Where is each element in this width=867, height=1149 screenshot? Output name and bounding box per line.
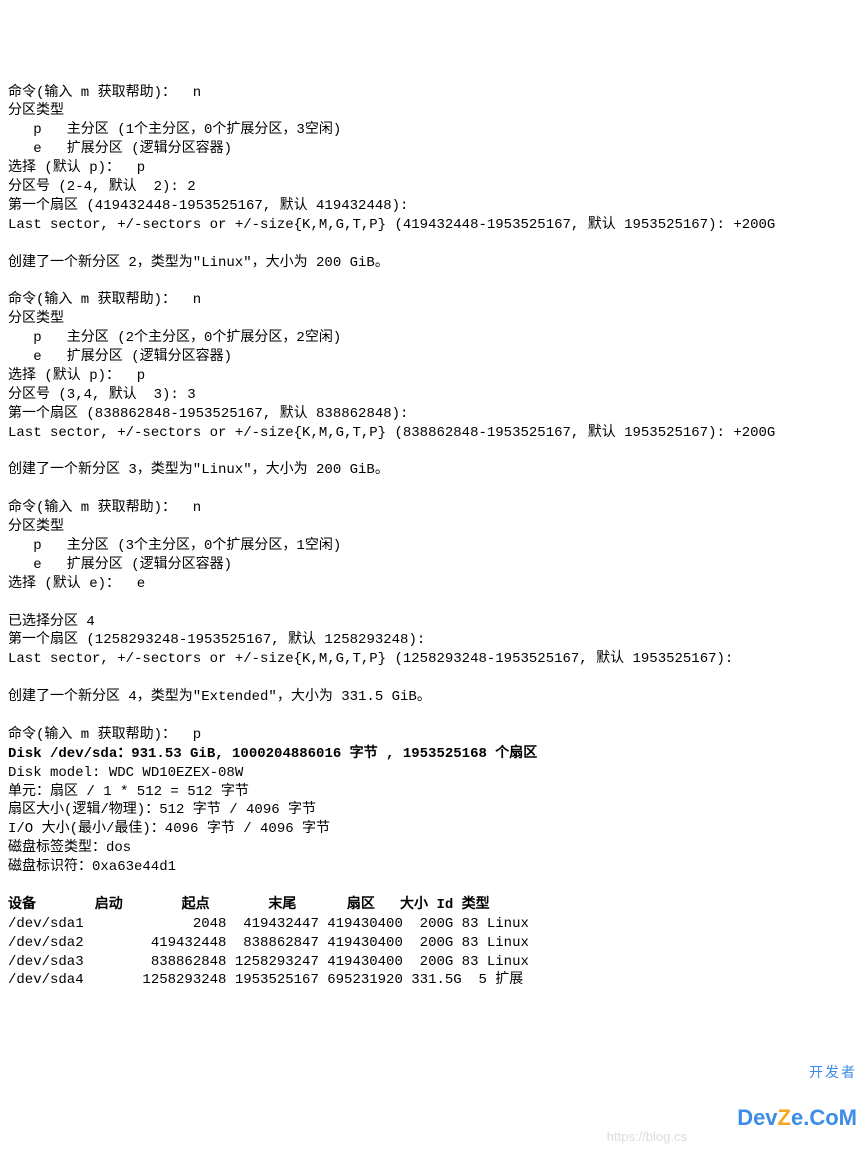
terminal-line: 命令(输入 m 获取帮助)： n	[8, 85, 201, 101]
terminal-line: 第一个扇区 (1258293248-1953525167, 默认 1258293…	[8, 632, 425, 648]
terminal-line: e 扩展分区 (逻辑分区容器)	[8, 141, 232, 157]
terminal-line: 选择 (默认 p)： p	[8, 160, 145, 176]
watermark-en: DevZe.CoM	[737, 1107, 857, 1129]
watermark-en-mid: Z	[778, 1105, 791, 1130]
terminal-line: 创建了一个新分区 4，类型为"Extended"，大小为 331.5 GiB。	[8, 689, 431, 705]
terminal-line: 命令(输入 m 获取帮助)： n	[8, 292, 201, 308]
terminal-line: 已选择分区 4	[8, 614, 95, 630]
terminal-line: p 主分区 (3个主分区，0个扩展分区，1空闲)	[8, 538, 341, 554]
terminal-line: 命令(输入 m 获取帮助)： n	[8, 500, 201, 516]
terminal-line: 分区号 (2-4, 默认 2): 2	[8, 179, 196, 195]
terminal-line: 磁盘标识符：0xa63e44d1	[8, 859, 176, 875]
terminal-line: 分区号 (3,4, 默认 3): 3	[8, 387, 196, 403]
terminal-line: 分区类型	[8, 519, 64, 535]
watermark-logo: 开发者 DevZe.CoM	[737, 1037, 857, 1143]
terminal-line: p 主分区 (1个主分区，0个扩展分区，3空闲)	[8, 122, 341, 138]
watermark-en-right: e.CoM	[791, 1105, 857, 1130]
terminal-line: 扇区大小(逻辑/物理)：512 字节 / 4096 字节	[8, 802, 316, 818]
terminal-line: 选择 (默认 e)： e	[8, 576, 145, 592]
partition-row: /dev/sda1 2048 419432447 419430400 200G …	[8, 916, 529, 932]
terminal-line: 分区类型	[8, 311, 64, 327]
terminal-line: 第一个扇区 (838862848-1953525167, 默认 83886284…	[8, 406, 408, 422]
terminal-line: 分区类型	[8, 103, 64, 119]
terminal-line: Last sector, +/-sectors or +/-size{K,M,G…	[8, 217, 775, 233]
terminal-line: Disk model: WDC WD10EZEX-08W	[8, 765, 243, 781]
terminal-line: Last sector, +/-sectors or +/-size{K,M,G…	[8, 651, 733, 667]
terminal-line: e 扩展分区 (逻辑分区容器)	[8, 349, 232, 365]
terminal-line: 创建了一个新分区 3，类型为"Linux"，大小为 200 GiB。	[8, 462, 389, 478]
watermark-url: https://blog.cs	[607, 1128, 687, 1146]
terminal-line: I/O 大小(最小/最佳)：4096 字节 / 4096 字节	[8, 821, 330, 837]
terminal-line: 第一个扇区 (419432448-1953525167, 默认 41943244…	[8, 198, 408, 214]
disk-summary-line: Disk /dev/sda：931.53 GiB, 1000204886016 …	[8, 746, 537, 762]
terminal-line: Last sector, +/-sectors or +/-size{K,M,G…	[8, 425, 775, 441]
terminal-line: e 扩展分区 (逻辑分区容器)	[8, 557, 232, 573]
terminal-output: 命令(输入 m 获取帮助)： n 分区类型 p 主分区 (1个主分区，0个扩展分…	[8, 84, 859, 991]
terminal-line: p 主分区 (2个主分区，0个扩展分区，2空闲)	[8, 330, 341, 346]
partition-row: /dev/sda2 419432448 838862847 419430400 …	[8, 935, 529, 951]
watermark-cn: 开发者	[737, 1065, 857, 1079]
terminal-line: 选择 (默认 p)： p	[8, 368, 145, 384]
terminal-line: 命令(输入 m 获取帮助)： p	[8, 727, 201, 743]
terminal-line: 单元：扇区 / 1 * 512 = 512 字节	[8, 784, 249, 800]
partition-row: /dev/sda4 1258293248 1953525167 69523192…	[8, 972, 523, 988]
terminal-line: 创建了一个新分区 2，类型为"Linux"，大小为 200 GiB。	[8, 255, 389, 271]
watermark-en-left: Dev	[737, 1105, 777, 1130]
partition-row: /dev/sda3 838862848 1258293247 419430400…	[8, 954, 529, 970]
terminal-line: 磁盘标签类型：dos	[8, 840, 131, 856]
partition-table-header: 设备 启动 起点 末尾 扇区 大小 Id 类型	[8, 897, 490, 913]
